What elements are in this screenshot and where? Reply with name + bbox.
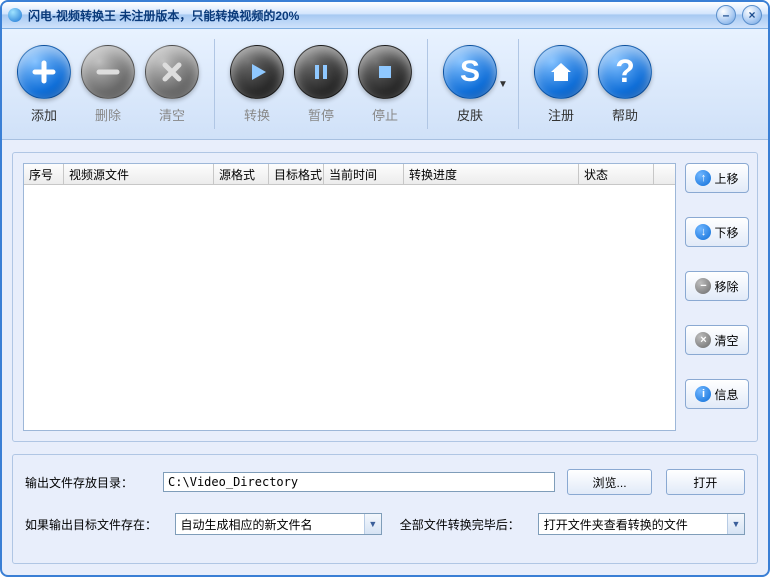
stop-icon: [358, 45, 412, 99]
minus-icon: [81, 45, 135, 99]
output-dir-label: 输出文件存放目录：: [25, 474, 153, 491]
output-dir-input[interactable]: [163, 472, 555, 492]
minus-icon: −: [695, 278, 711, 294]
col-dstfmt[interactable]: 目标格式: [269, 164, 324, 184]
register-button[interactable]: 注册: [529, 45, 593, 124]
side-buttons: ↑ 上移 ↓ 下移 − 移除 × 清空 i 信息: [685, 163, 749, 409]
col-progress[interactable]: 转换进度: [404, 164, 579, 184]
arrow-up-icon: ↑: [695, 170, 711, 186]
col-status[interactable]: 状态: [579, 164, 654, 184]
col-source[interactable]: 视频源文件: [64, 164, 214, 184]
if-exists-combo[interactable]: 自动生成相应的新文件名 ▼: [175, 513, 382, 535]
arrow-down-icon: ↓: [695, 224, 711, 240]
convert-button[interactable]: 转换: [225, 45, 289, 124]
skin-dropdown-arrow[interactable]: ▼: [498, 58, 508, 110]
delete-button[interactable]: 删除: [76, 45, 140, 124]
clear-all-button[interactable]: 清空: [140, 45, 204, 124]
skin-icon: S: [443, 45, 497, 99]
x-icon: ×: [695, 332, 711, 348]
info-icon: i: [695, 386, 711, 402]
file-table[interactable]: 序号 视频源文件 源格式 目标格式 当前时间 转换进度 状态: [23, 163, 676, 431]
toolbar-separator: [214, 39, 215, 129]
col-spacer: [654, 164, 675, 184]
skin-button[interactable]: S 皮肤: [438, 45, 502, 124]
browse-button[interactable]: 浏览...: [567, 469, 652, 495]
x-icon: [145, 45, 199, 99]
col-srcfmt[interactable]: 源格式: [214, 164, 269, 184]
remove-button[interactable]: − 移除: [685, 271, 749, 301]
content-panel: 序号 视频源文件 源格式 目标格式 当前时间 转换进度 状态 ↑ 上移 ↓ 下移…: [12, 152, 758, 442]
clear-button[interactable]: × 清空: [685, 325, 749, 355]
after-all-label: 全部文件转换完毕后：: [400, 516, 520, 533]
home-icon: [534, 45, 588, 99]
after-all-combo[interactable]: 打开文件夹查看转换的文件 ▼: [538, 513, 745, 535]
app-window: 闪电-视频转换王 未注册版本，只能转换视频的20% – × 添加 删除: [0, 0, 770, 577]
if-exists-label: 如果输出目标文件存在：: [25, 516, 165, 533]
open-folder-button[interactable]: 打开: [666, 469, 745, 495]
window-title: 闪电-视频转换王 未注册版本，只能转换视频的20%: [28, 7, 299, 24]
app-icon: [8, 8, 22, 22]
pause-button[interactable]: 暂停: [289, 45, 353, 124]
minimize-button[interactable]: –: [716, 5, 736, 25]
main-toolbar: 添加 删除 清空 转换: [2, 29, 768, 140]
move-up-button[interactable]: ↑ 上移: [685, 163, 749, 193]
col-index[interactable]: 序号: [24, 164, 64, 184]
table-body[interactable]: [24, 185, 675, 431]
info-button[interactable]: i 信息: [685, 379, 749, 409]
help-button[interactable]: ? 帮助: [593, 45, 657, 124]
output-panel: 输出文件存放目录： 浏览... 打开 如果输出目标文件存在： 自动生成相应的新文…: [12, 454, 758, 564]
title-bar: 闪电-视频转换王 未注册版本，只能转换视频的20% – ×: [2, 2, 768, 29]
pause-icon: [294, 45, 348, 99]
move-down-button[interactable]: ↓ 下移: [685, 217, 749, 247]
question-icon: ?: [598, 45, 652, 99]
chevron-down-icon: ▼: [727, 514, 744, 534]
play-icon: [230, 45, 284, 99]
add-button[interactable]: 添加: [12, 45, 76, 124]
col-curtime[interactable]: 当前时间: [324, 164, 404, 184]
toolbar-separator: [427, 39, 428, 129]
toolbar-separator: [518, 39, 519, 129]
stop-button[interactable]: 停止: [353, 45, 417, 124]
plus-icon: [17, 45, 71, 99]
close-button[interactable]: ×: [742, 5, 762, 25]
table-header-row: 序号 视频源文件 源格式 目标格式 当前时间 转换进度 状态: [24, 164, 675, 185]
chevron-down-icon: ▼: [364, 514, 381, 534]
